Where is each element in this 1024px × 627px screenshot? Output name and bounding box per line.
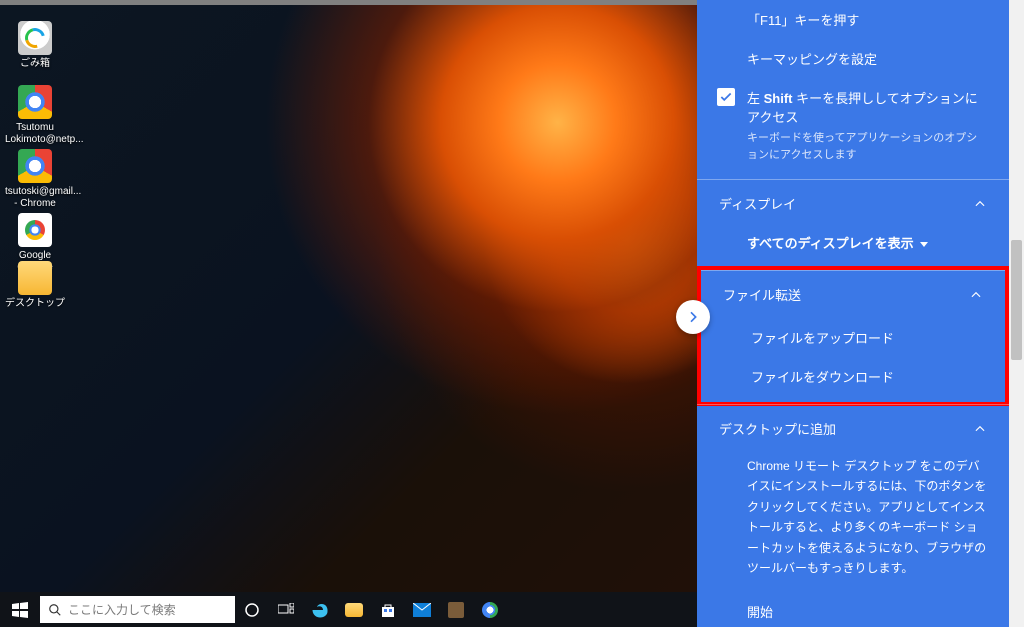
edge-icon — [311, 601, 329, 619]
section-title: デスクトップに追加 — [719, 419, 836, 438]
chrome-icon — [18, 85, 52, 119]
app-icon — [448, 602, 464, 618]
taskbar-chrome-remote[interactable] — [473, 592, 507, 627]
option-shift-access[interactable]: 左 Shift キーを長押ししてオプションにアクセス キーボードを使ってアプリケ… — [697, 78, 1009, 179]
option-label: すべてのディスプレイを表示 — [747, 236, 914, 251]
taskbar-app1[interactable] — [439, 592, 473, 627]
section-display-header[interactable]: ディスプレイ — [697, 179, 1009, 227]
option-label: 「F11」キーを押す — [747, 13, 859, 28]
option-start-install[interactable]: 開始 — [697, 592, 1009, 627]
taskbar-edge[interactable] — [303, 592, 337, 627]
checkbox-checked[interactable] — [717, 88, 735, 106]
options-panel: 「F11」キーを押す キーマッピングを設定 左 Shift キーを長押ししてオプ… — [697, 0, 1009, 627]
desktop-icon-user-chrome-2[interactable]: tsutoski@gmail... - Chrome — [5, 149, 65, 210]
chrome-remote-icon — [482, 602, 498, 618]
option-show-all-displays[interactable]: すべてのディスプレイを表示 — [697, 227, 1009, 268]
taskbar-store[interactable] — [371, 592, 405, 627]
taskview-icon — [278, 603, 294, 617]
icon-label: ごみ箱 — [20, 58, 50, 69]
taskbar-search[interactable]: ここに入力して検索 — [40, 596, 235, 623]
chevron-up-icon — [969, 288, 983, 302]
taskbar-cortana[interactable] — [235, 592, 269, 627]
option-label: キーマッピングを設定 — [747, 52, 877, 67]
stage: ごみ箱 Tsutomu Lokimoto@netp... tsutoski@gm… — [0, 0, 1024, 627]
search-placeholder: ここに入力して検索 — [68, 601, 176, 618]
folder-icon — [18, 261, 52, 295]
shift-bold: Shift — [764, 91, 793, 106]
option-label: 開始 — [747, 605, 773, 620]
option-label: ファイルをダウンロード — [751, 370, 894, 385]
check-icon — [719, 90, 733, 104]
chrome-icon — [18, 149, 52, 183]
store-icon — [380, 602, 396, 618]
add-to-desktop-body: Chrome リモート デスクトップ をこのデバイスにインストールするには、下の… — [697, 452, 1009, 592]
chevron-up-icon — [973, 197, 987, 211]
section-add-to-desktop-header[interactable]: デスクトップに追加 — [697, 404, 1009, 452]
desktop-icon-recycle-bin[interactable]: ごみ箱 — [5, 21, 65, 70]
start-button[interactable] — [0, 592, 40, 627]
taskbar-mail[interactable] — [405, 592, 439, 627]
taskbar: ここに入力して検索 — [0, 592, 697, 627]
option-configure-keymapping[interactable]: キーマッピングを設定 — [697, 39, 1009, 78]
search-icon — [48, 603, 62, 617]
desktop-icon-user-chrome-1[interactable]: Tsutomu Lokimoto@netp... — [5, 85, 65, 146]
option-label: ファイルをアップロード — [751, 331, 894, 346]
panel-collapse-button[interactable] — [676, 300, 710, 334]
wallpaper — [0, 5, 697, 592]
taskbar-explorer[interactable] — [337, 592, 371, 627]
caret-down-icon — [920, 242, 928, 247]
option-press-f11[interactable]: 「F11」キーを押す — [697, 0, 1009, 39]
file-transfer-highlight: ファイル転送 ファイルをアップロード ファイルをダウンロード — [697, 266, 1009, 406]
shift-label-pre: 左 — [747, 91, 764, 106]
recycle-bin-icon — [18, 21, 52, 55]
icon-label: デスクトップ — [5, 298, 65, 309]
section-title: ディスプレイ — [719, 194, 796, 213]
chevron-right-icon — [685, 309, 701, 325]
windows-icon — [12, 602, 28, 618]
shift-description: キーボードを使ってアプリケーションのオプションにアクセスします — [747, 130, 987, 163]
chevron-up-icon — [973, 422, 987, 436]
page-scrollbar-thumb[interactable] — [1011, 240, 1022, 360]
section-title: ファイル転送 — [723, 285, 801, 304]
folder-icon — [345, 603, 363, 617]
section-file-transfer-header[interactable]: ファイル転送 — [701, 270, 1005, 318]
desktop-icon-folder[interactable]: デスクトップ — [5, 261, 65, 310]
option-upload-file[interactable]: ファイルをアップロード — [701, 318, 1005, 357]
taskbar-taskview[interactable] — [269, 592, 303, 627]
chrome-icon — [18, 213, 52, 247]
page-scrollbar-track[interactable] — [1009, 0, 1024, 627]
remote-desktop: ごみ箱 Tsutomu Lokimoto@netp... tsutoski@gm… — [0, 0, 697, 627]
mail-icon — [413, 603, 431, 617]
cortana-icon — [244, 602, 260, 618]
option-download-file[interactable]: ファイルをダウンロード — [701, 357, 1005, 402]
